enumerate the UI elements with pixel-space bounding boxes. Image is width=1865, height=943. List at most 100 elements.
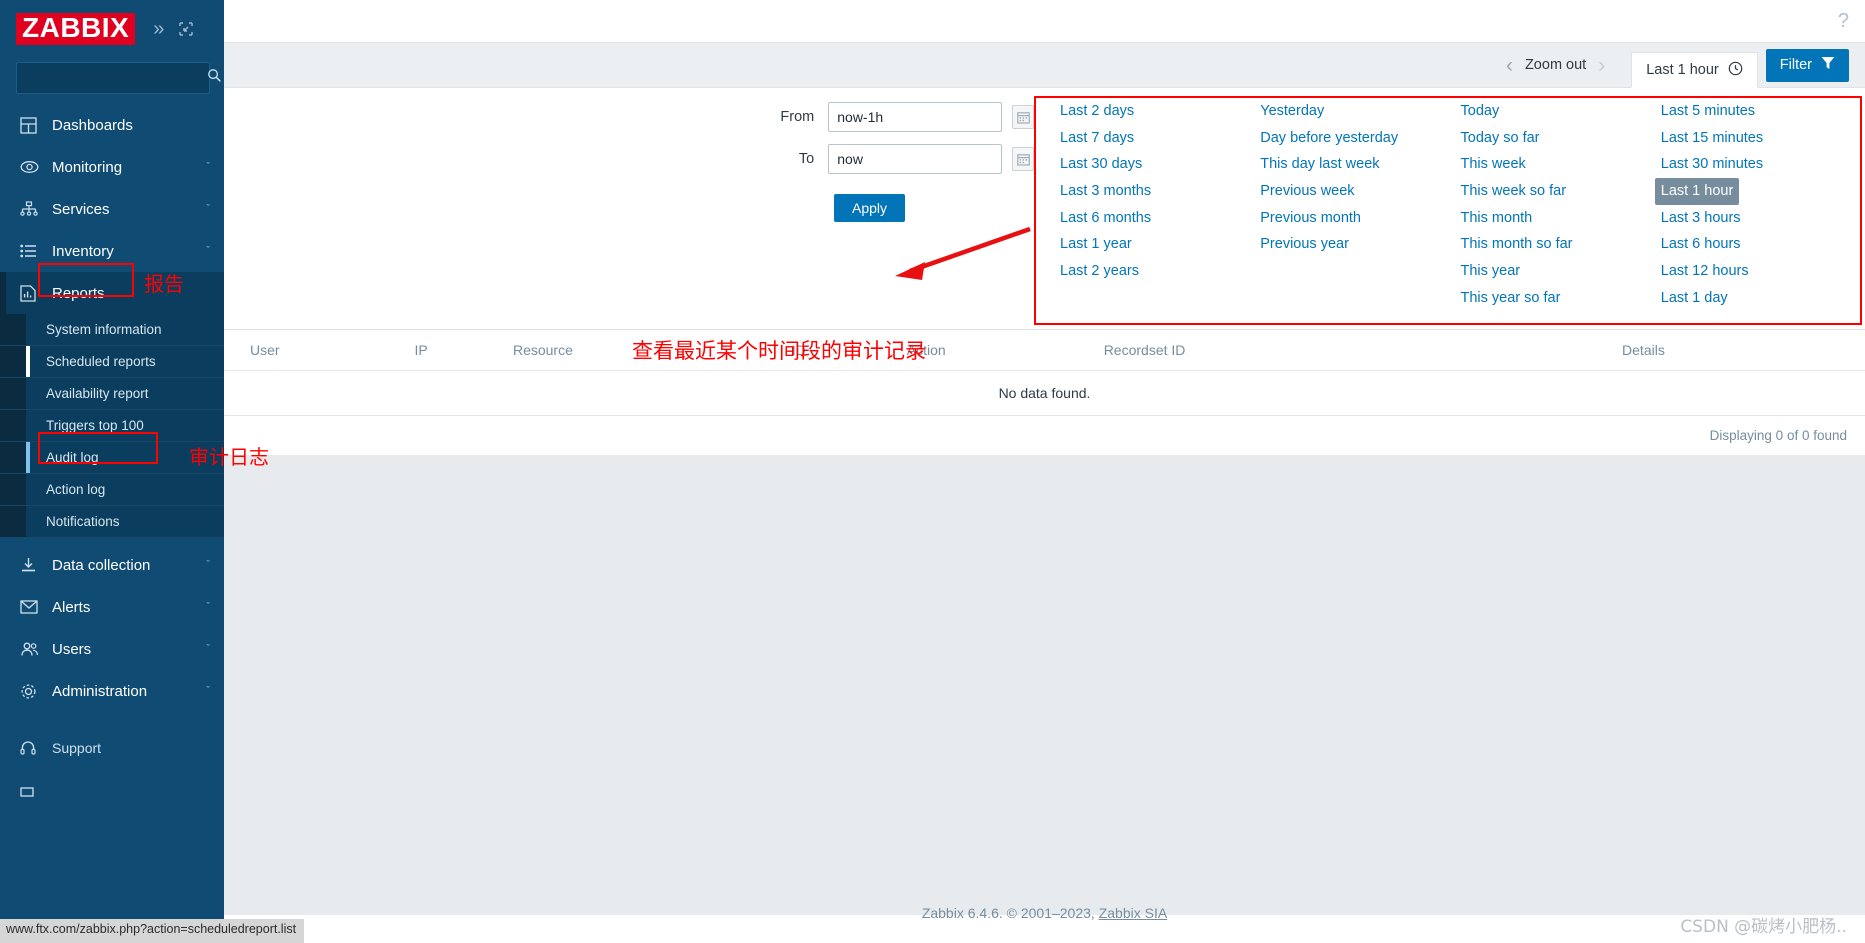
chevron-left-icon[interactable]: ‹	[1494, 55, 1525, 76]
submenu-label: Triggers top 100	[46, 418, 144, 433]
sidebar-item-system-information[interactable]: System information	[0, 314, 224, 346]
time-range-panel: From To	[224, 88, 1865, 330]
dashboard-grid-icon	[20, 116, 46, 134]
quick-range-item[interactable]: Previous month	[1254, 205, 1367, 232]
quick-range-item[interactable]: This year	[1455, 258, 1527, 285]
no-data-cell: No data found.	[224, 370, 1865, 416]
chevrons-right-icon[interactable]: »	[153, 19, 164, 39]
sidebar-item-inventory[interactable]: Inventory ˇ	[0, 230, 224, 272]
auditlog-cn-annotation: 审计日志	[189, 445, 269, 469]
quick-range-item[interactable]: Last 5 minutes	[1655, 98, 1761, 125]
quick-range-item[interactable]: Last 30 days	[1054, 151, 1148, 178]
page-footer: Zabbix 6.4.6. © 2001–2023, Zabbix SIA	[224, 905, 1865, 921]
quick-range-item[interactable]: This week	[1455, 151, 1532, 178]
quick-range-item[interactable]: Last 3 months	[1054, 178, 1157, 205]
funnel-icon	[1821, 56, 1835, 74]
clock-icon	[1728, 61, 1743, 80]
quick-range-item-selected[interactable]: Last 1 hour	[1654, 178, 1740, 205]
search-container	[0, 58, 224, 104]
sidebar-item-users[interactable]: Users ˇ	[0, 628, 224, 670]
search-input[interactable]	[27, 69, 207, 87]
quick-range-item[interactable]: Last 6 months	[1054, 205, 1157, 232]
quick-range-item[interactable]: Previous week	[1254, 178, 1360, 205]
chevron-down-icon: ˇ	[206, 601, 210, 613]
apply-button[interactable]: Apply	[834, 194, 906, 222]
sidebar-item-availability-report[interactable]: Availability report	[0, 378, 224, 410]
quick-ranges: Last 2 days Last 7 days Last 30 days Las…	[1054, 98, 1855, 311]
share-icon	[20, 785, 46, 799]
quick-range-item[interactable]: Last 15 minutes	[1655, 125, 1769, 152]
quick-range-column-3: Today Today so far This week This week s…	[1455, 98, 1655, 311]
quick-range-item[interactable]: Last 6 hours	[1655, 231, 1747, 258]
list-icon	[20, 244, 46, 258]
to-input[interactable]	[828, 144, 1003, 174]
sidebar-item-reports[interactable]: Reports	[0, 272, 224, 314]
sidebar-item-services[interactable]: Services ˇ	[0, 188, 224, 230]
from-row: From	[764, 102, 1034, 132]
time-toolbar: ‹ Zoom out › Last 1 hour Filter	[224, 42, 1865, 88]
search-box[interactable]	[16, 62, 221, 94]
sidebar-item-monitoring[interactable]: Monitoring ˇ	[0, 146, 224, 188]
quick-range-item[interactable]: Last 2 days	[1054, 98, 1140, 125]
sidebar-item-label: Alerts	[52, 598, 91, 616]
zabbix-sia-link[interactable]: Zabbix SIA	[1099, 905, 1167, 921]
quick-range-item[interactable]: Last 30 minutes	[1655, 151, 1769, 178]
sidebar-item-label: Dashboards	[52, 116, 133, 134]
question-mark-icon[interactable]: ?	[1838, 10, 1849, 33]
quick-range-column-1: Last 2 days Last 7 days Last 30 days Las…	[1054, 98, 1254, 311]
zoom-out-button[interactable]: Zoom out	[1525, 57, 1586, 73]
search-icon[interactable]	[207, 68, 222, 88]
sidebar-item-data-collection[interactable]: Data collection ˇ	[0, 544, 224, 586]
quick-range-column-4: Last 5 minutes Last 15 minutes Last 30 m…	[1654, 98, 1855, 312]
quick-range-column-2: Yesterday Day before yesterday This day …	[1254, 98, 1454, 311]
audit-log-table: User IP Resource ID Action Recordset ID …	[224, 330, 1865, 416]
quick-range-item[interactable]: This day last week	[1254, 151, 1385, 178]
submenu-label: Scheduled reports	[46, 354, 156, 369]
sidebar-item-administration[interactable]: Administration ˇ	[0, 670, 224, 712]
quick-range-item[interactable]: Today	[1455, 98, 1506, 125]
sidebar-nav: Dashboards Monitoring ˇ Services ˇ Inven…	[0, 104, 224, 943]
footer-text: Zabbix 6.4.6. © 2001–2023,	[921, 905, 1099, 921]
column-header-user[interactable]: User	[224, 330, 405, 371]
to-label: To	[798, 151, 815, 167]
sidebar-item-label: Administration	[52, 682, 148, 700]
quick-range-item[interactable]: Last 7 days	[1054, 125, 1140, 152]
column-header-action[interactable]: Action	[896, 330, 1094, 371]
kiosk-mode-icon[interactable]	[178, 21, 194, 37]
quick-range-item[interactable]: Last 1 year	[1054, 231, 1138, 258]
from-input[interactable]	[828, 102, 1003, 132]
quick-range-item[interactable]: This year so far	[1455, 285, 1567, 312]
sidebar-item-alerts[interactable]: Alerts ˇ	[0, 586, 224, 628]
sidebar-item-triggers-top-100[interactable]: Triggers top 100	[0, 410, 224, 442]
quick-range-item[interactable]: Last 2 years	[1054, 258, 1145, 285]
quick-range-item[interactable]: Last 12 hours	[1655, 258, 1755, 285]
sidebar-item-notifications[interactable]: Notifications	[0, 506, 224, 538]
sidebar-item-integrations[interactable]	[0, 770, 224, 814]
sidebar-item-label: Monitoring	[52, 158, 123, 176]
quick-range-item[interactable]: Yesterday	[1254, 98, 1330, 125]
quick-range-item[interactable]: Previous year	[1254, 231, 1355, 258]
sidebar-item-scheduled-reports[interactable]: Scheduled reports	[0, 346, 224, 378]
filter-button[interactable]: Filter	[1765, 48, 1849, 82]
sidebar-item-support[interactable]: Support	[0, 726, 224, 770]
quick-range-item[interactable]: Last 3 hours	[1655, 205, 1747, 232]
column-header-ip[interactable]: IP	[404, 330, 503, 371]
download-icon	[20, 557, 46, 573]
quick-range-item[interactable]: This month	[1455, 205, 1539, 232]
time-range-tab[interactable]: Last 1 hour	[1631, 52, 1758, 88]
sidebar-item-action-log[interactable]: Action log	[0, 474, 224, 506]
quick-range-item[interactable]: This week so far	[1455, 178, 1573, 205]
quick-range-item[interactable]: Day before yesterday	[1254, 125, 1404, 152]
sidebar-item-label: Inventory	[52, 242, 114, 260]
users-icon	[20, 642, 46, 657]
calendar-icon[interactable]	[1012, 147, 1034, 171]
submenu-label: Notifications	[46, 514, 120, 529]
calendar-icon[interactable]	[1012, 105, 1034, 129]
quick-range-item[interactable]: Last 1 day	[1655, 285, 1734, 312]
top-bar: ?	[224, 0, 1865, 42]
sidebar-item-dashboards[interactable]: Dashboards	[0, 104, 224, 146]
quick-range-item[interactable]: This month so far	[1455, 231, 1579, 258]
quick-range-item[interactable]: Today so far	[1455, 125, 1546, 152]
sidebar: ZABBIX » Dashboards Monitoring ˇ Service…	[0, 0, 224, 943]
chevron-right-icon[interactable]: ›	[1586, 55, 1617, 76]
